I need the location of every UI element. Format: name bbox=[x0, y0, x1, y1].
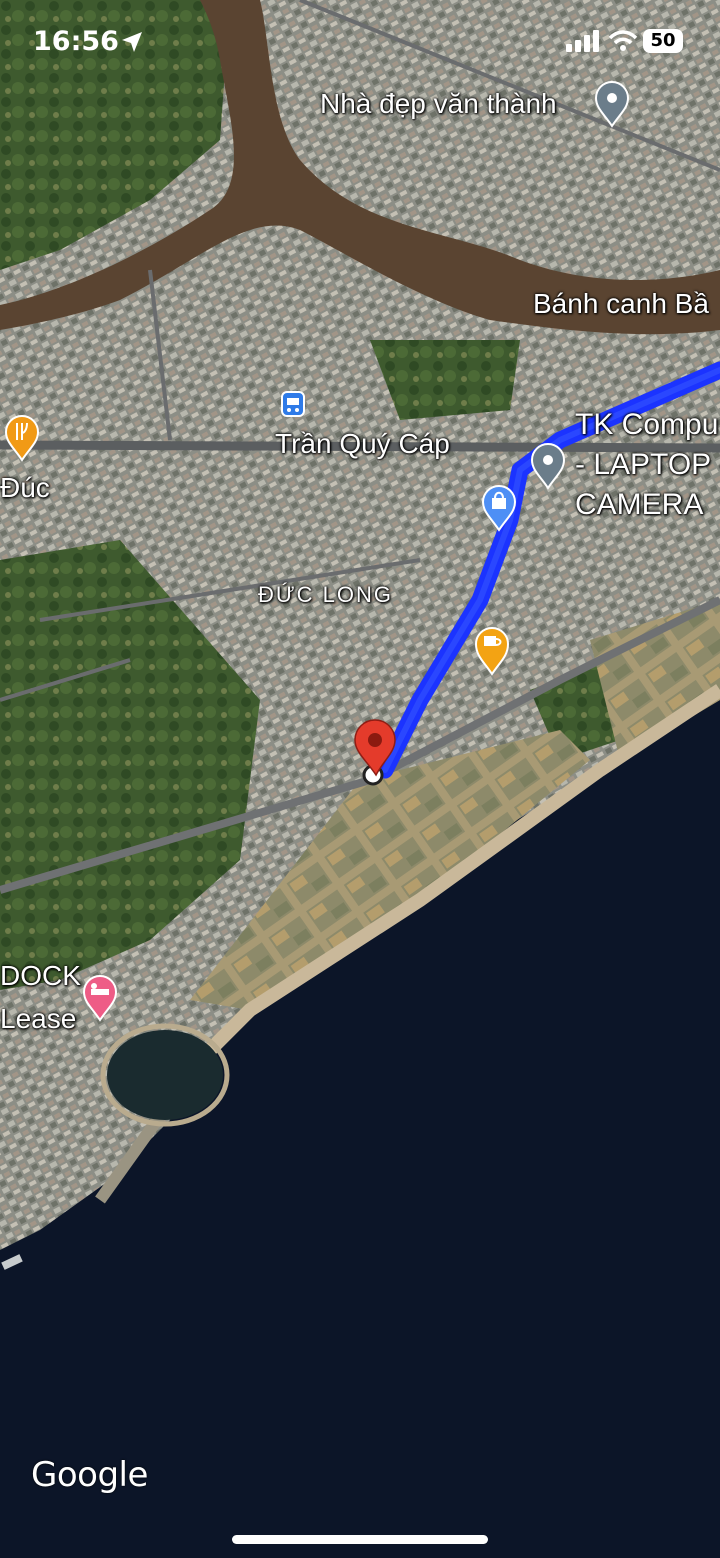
street-label: Trần Quý Cáp bbox=[275, 428, 450, 459]
place-label[interactable]: DOCK bbox=[0, 960, 81, 992]
location-arrow-icon bbox=[120, 30, 144, 59]
status-time: 16:56 bbox=[33, 26, 119, 57]
place-label[interactable]: - LAPTOP - bbox=[575, 448, 720, 482]
place-label[interactable]: Bánh canh Bầ bbox=[533, 288, 709, 320]
battery-icon: 50 bbox=[643, 29, 683, 53]
google-logo: Google bbox=[31, 1455, 148, 1495]
battery-level: 50 bbox=[650, 30, 676, 51]
place-label[interactable]: Đúc bbox=[0, 472, 50, 504]
satellite-map[interactable] bbox=[0, 0, 720, 1558]
place-label[interactable]: Lease bbox=[0, 1003, 76, 1035]
place-label[interactable]: Nhà đẹp văn thành bbox=[320, 88, 557, 120]
bus-stop-icon[interactable] bbox=[281, 391, 305, 417]
harbor bbox=[107, 1030, 223, 1120]
signal-icon bbox=[566, 30, 600, 57]
district-label: ĐỨC LONG bbox=[258, 582, 394, 607]
wifi-icon bbox=[608, 30, 638, 57]
home-indicator[interactable] bbox=[232, 1535, 488, 1544]
place-label[interactable]: TK Compu bbox=[575, 408, 718, 442]
place-label[interactable]: CAMERA bbox=[575, 488, 703, 522]
